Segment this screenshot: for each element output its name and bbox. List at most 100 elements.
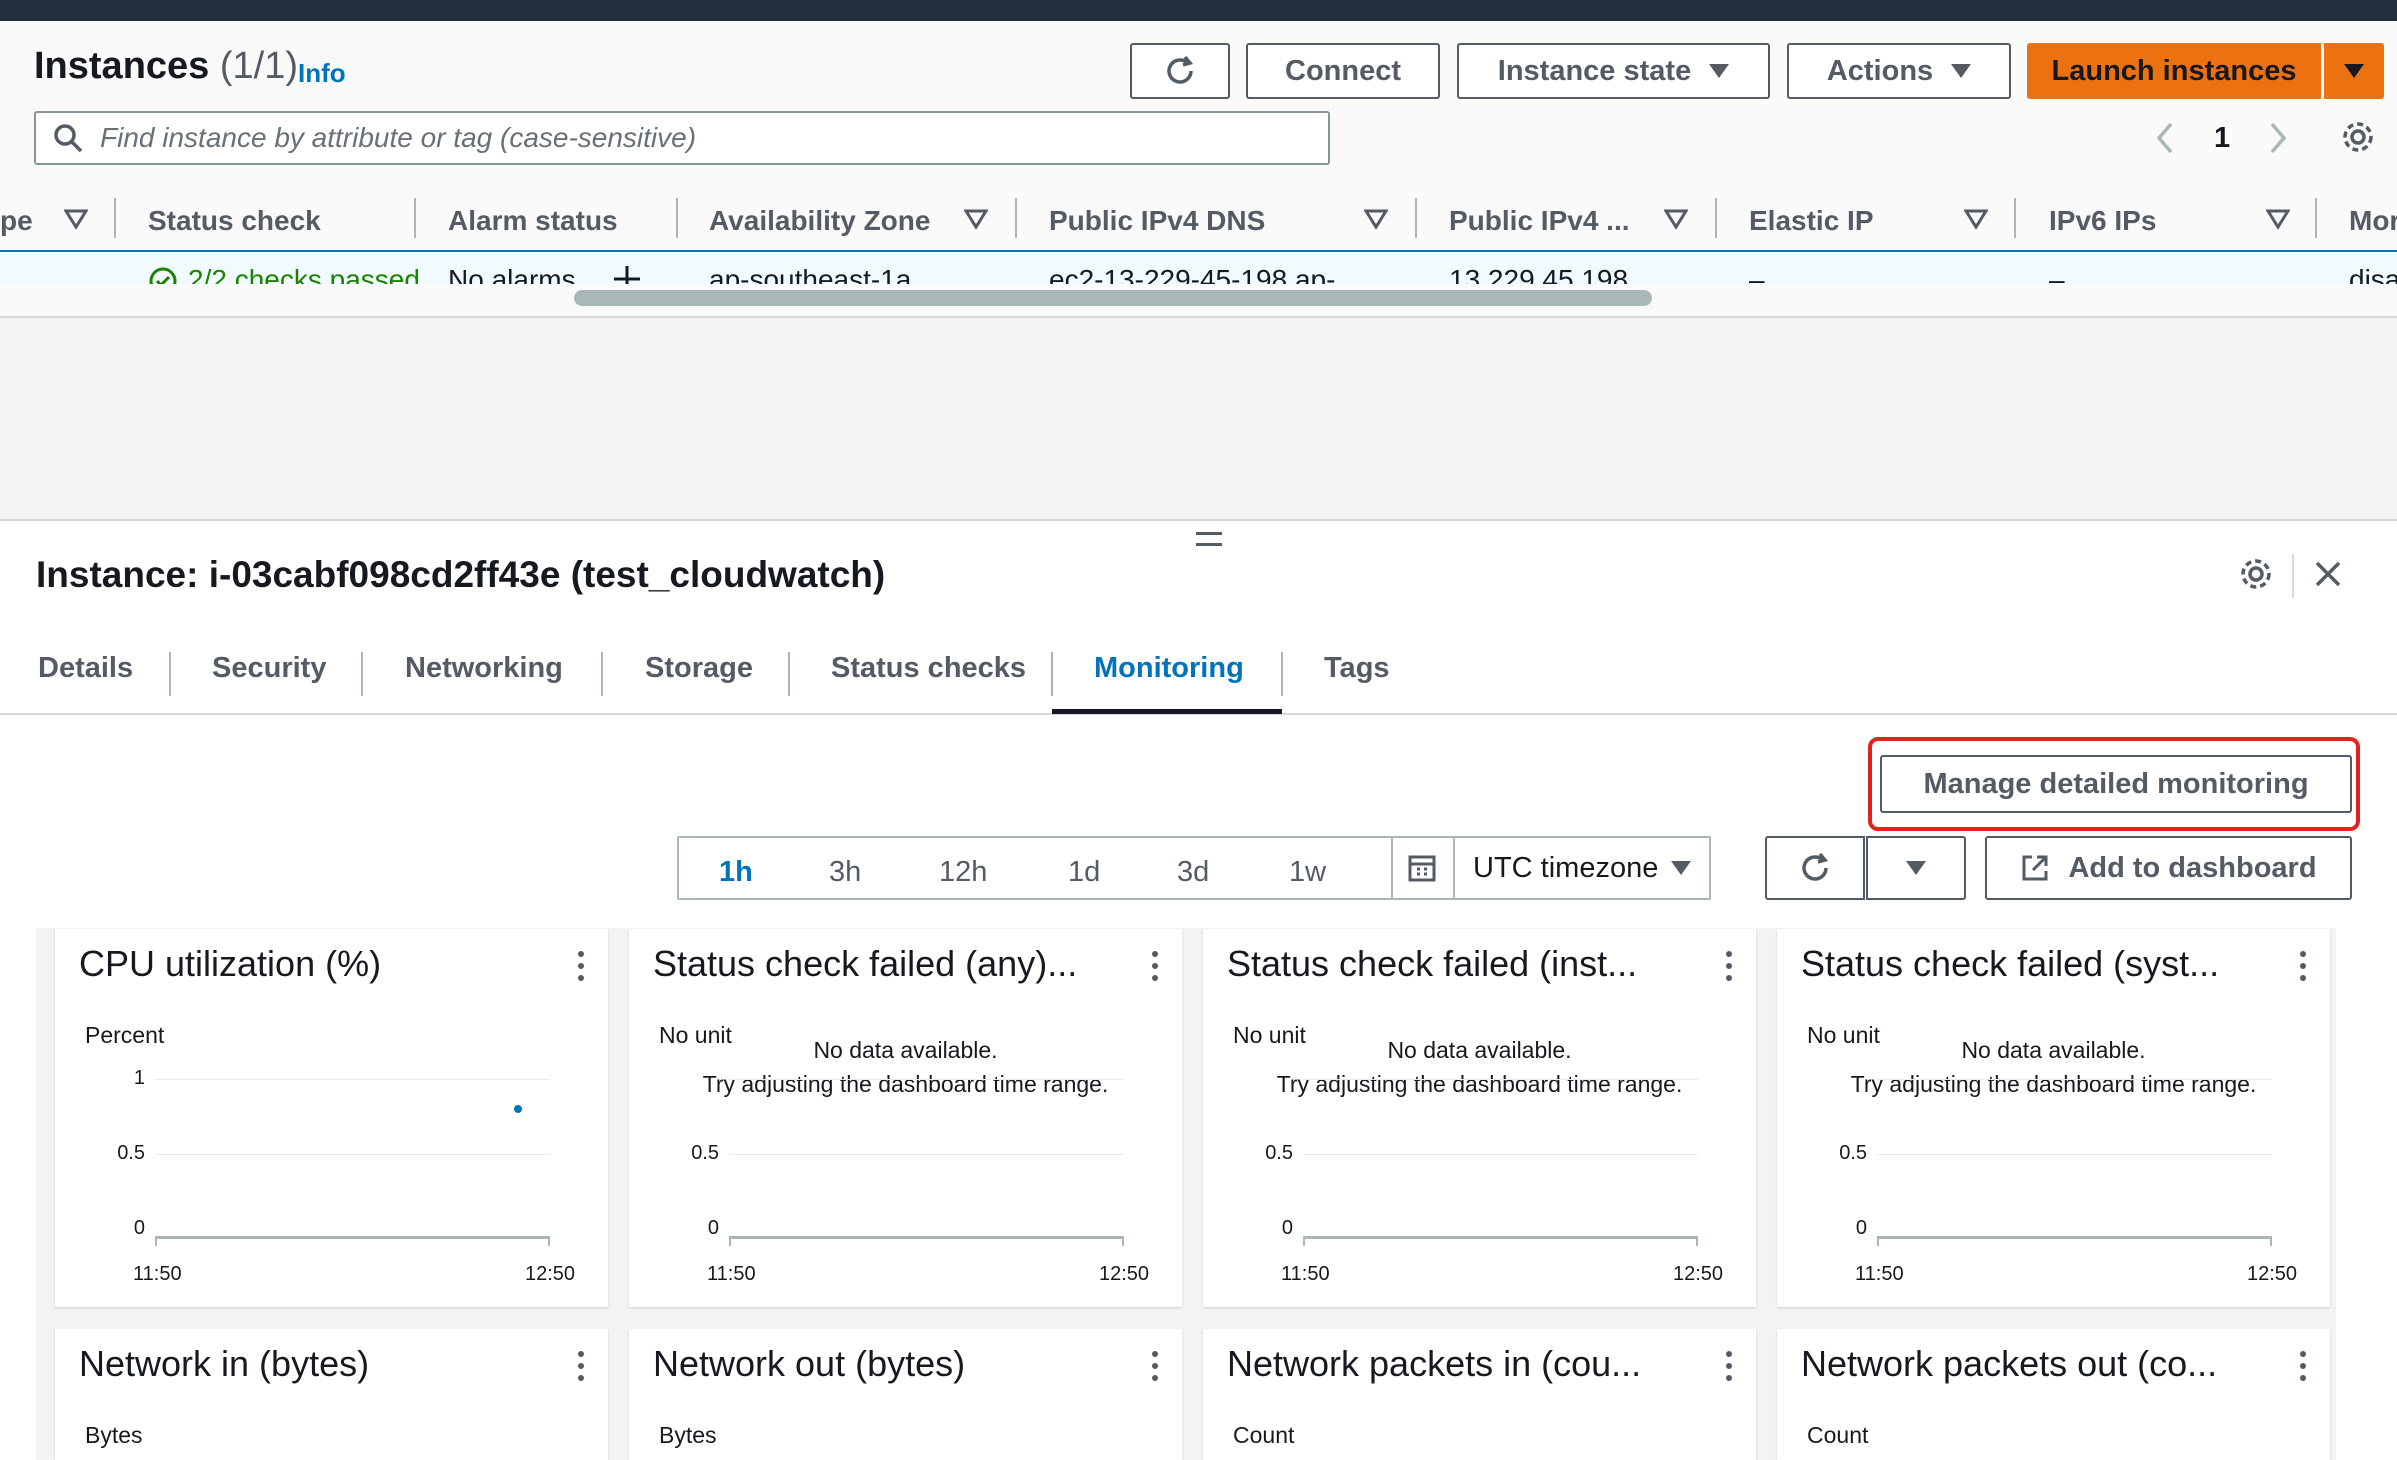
- metric-title: Network packets out (co...: [1801, 1343, 2218, 1384]
- gridline: [1303, 1154, 1698, 1155]
- y-tick-label: 0.5: [691, 1142, 719, 1164]
- availability-zone-value: ap-southeast-1a: [709, 264, 912, 284]
- col-public-ip[interactable]: Public IPv4 ...: [1449, 196, 1630, 246]
- more-options-icon[interactable]: [2300, 1351, 2306, 1381]
- tab-tags[interactable]: Tags: [1324, 652, 1390, 685]
- more-options-icon[interactable]: [1152, 951, 1158, 981]
- timezone-select[interactable]: UTC timezone: [1455, 838, 1709, 898]
- range-3h[interactable]: 3h: [829, 856, 861, 889]
- no-data-hint: Try adjusting the dashboard time range.: [1850, 1071, 2257, 1097]
- more-options-icon[interactable]: [1152, 1351, 1158, 1381]
- x-tick: [155, 1236, 157, 1246]
- page-number[interactable]: 1: [2214, 122, 2230, 155]
- col-more[interactable]: Mor: [2349, 196, 2397, 246]
- gridline: [729, 1079, 1124, 1080]
- launch-dropdown-button[interactable]: [2324, 43, 2384, 99]
- gridline: [155, 1154, 550, 1155]
- prev-page-icon[interactable]: [2152, 118, 2178, 158]
- x-tick: [1877, 1236, 1879, 1246]
- col-elastic-ip[interactable]: Elastic IP: [1749, 196, 1874, 246]
- gear-icon[interactable]: [2238, 556, 2274, 592]
- column-divider[interactable]: [1715, 198, 1717, 238]
- more-options-icon[interactable]: [578, 951, 584, 981]
- tab-networking[interactable]: Networking: [405, 652, 563, 685]
- refresh-options-dropdown[interactable]: [1866, 836, 1966, 900]
- range-1w[interactable]: 1w: [1289, 856, 1326, 889]
- sort-icon[interactable]: [2266, 208, 2290, 230]
- more-options-icon[interactable]: [1726, 951, 1732, 981]
- gridline: [1877, 1154, 2272, 1155]
- no-data-text: No data available.: [1961, 1037, 2146, 1063]
- more-options-icon[interactable]: [2300, 951, 2306, 981]
- x-tick-label: 12:50: [1099, 1263, 1150, 1285]
- time-range-selector: 1h 3h 12h 1d 3d 1w UTC timezone: [677, 836, 1711, 900]
- tab-status-checks[interactable]: Status checks: [831, 652, 1026, 685]
- info-link[interactable]: Info: [298, 58, 346, 89]
- refresh-button[interactable]: [1130, 43, 1230, 99]
- x-tick: [729, 1236, 731, 1246]
- more-options-icon[interactable]: [578, 1351, 584, 1381]
- range-12h[interactable]: 12h: [939, 856, 987, 889]
- resize-handle-icon[interactable]: [1196, 532, 1222, 546]
- page-title: Instances (1/1): [34, 45, 298, 88]
- tab-security[interactable]: Security: [212, 652, 326, 685]
- tab-storage[interactable]: Storage: [645, 652, 753, 685]
- ipv6-value: –: [2049, 264, 2065, 284]
- sort-icon[interactable]: [1964, 208, 1988, 230]
- tab-divider: [788, 652, 790, 696]
- col-status-check[interactable]: Status check: [148, 196, 321, 246]
- instance-state-button[interactable]: Instance state: [1457, 43, 1770, 99]
- sort-icon[interactable]: [964, 208, 988, 230]
- public-dns-value: ec2-13-229-45-198.ap-: [1049, 264, 1336, 284]
- search-input[interactable]: Find instance by attribute or tag (case-…: [34, 111, 1330, 165]
- tab-details[interactable]: Details: [38, 652, 133, 685]
- range-1d[interactable]: 1d: [1068, 856, 1100, 889]
- calendar-icon[interactable]: [1407, 853, 1437, 883]
- metric-card: Network packets in (cou... Count: [1203, 1329, 1756, 1460]
- tab-monitoring[interactable]: Monitoring: [1094, 652, 1244, 685]
- metric-title: Network in (bytes): [79, 1343, 370, 1384]
- add-to-dashboard-button[interactable]: Add to dashboard: [1985, 836, 2352, 900]
- column-divider[interactable]: [1015, 198, 1017, 238]
- sort-icon[interactable]: [64, 208, 88, 230]
- table-row[interactable]: 2/2 checks passed No alarms ap-southeast…: [0, 252, 2397, 284]
- metric-card: Network packets out (co... Count: [1777, 1329, 2330, 1460]
- sort-icon[interactable]: [1664, 208, 1688, 230]
- add-alarm-icon[interactable]: [612, 264, 642, 284]
- column-divider[interactable]: [2014, 198, 2016, 238]
- horizontal-scrollbar[interactable]: [574, 290, 1652, 306]
- sort-icon[interactable]: [1364, 208, 1388, 230]
- actions-button[interactable]: Actions: [1787, 43, 2011, 99]
- x-axis: [729, 1236, 1124, 1239]
- next-page-icon[interactable]: [2265, 118, 2291, 158]
- public-ip-value: 13.229.45.198: [1449, 264, 1629, 284]
- metric-title: Status check failed (any)...: [653, 943, 1078, 984]
- caret-down-icon: [1951, 64, 1972, 78]
- gridline: [1877, 1079, 2272, 1080]
- col-public-dns[interactable]: Public IPv4 DNS: [1049, 196, 1265, 246]
- data-point[interactable]: [514, 1105, 523, 1113]
- refresh-metrics-button[interactable]: [1765, 836, 1865, 900]
- range-3d[interactable]: 3d: [1177, 856, 1209, 889]
- column-divider[interactable]: [114, 198, 116, 238]
- range-1h[interactable]: 1h: [719, 856, 753, 889]
- x-tick: [548, 1236, 550, 1246]
- close-icon[interactable]: [2312, 558, 2344, 590]
- gridline: [155, 1079, 550, 1080]
- col-type[interactable]: pe: [0, 196, 33, 246]
- connect-button[interactable]: Connect: [1246, 43, 1440, 99]
- alarm-status-value: No alarms: [448, 264, 576, 284]
- column-divider[interactable]: [676, 198, 678, 238]
- more-options-icon[interactable]: [1726, 1351, 1732, 1381]
- column-divider[interactable]: [414, 198, 416, 238]
- column-divider[interactable]: [1415, 198, 1417, 238]
- top-nav-bar: [0, 0, 2397, 21]
- col-alarm-status[interactable]: Alarm status: [448, 196, 618, 246]
- launch-instances-button[interactable]: Launch instances: [2027, 43, 2321, 99]
- gear-icon[interactable]: [2340, 119, 2376, 155]
- col-availability-zone[interactable]: Availability Zone: [709, 196, 930, 246]
- highlight-box: [1868, 737, 2360, 831]
- col-ipv6[interactable]: IPv6 IPs: [2049, 196, 2156, 246]
- y-tick-label: 0: [707, 1217, 719, 1239]
- column-divider[interactable]: [2315, 198, 2317, 238]
